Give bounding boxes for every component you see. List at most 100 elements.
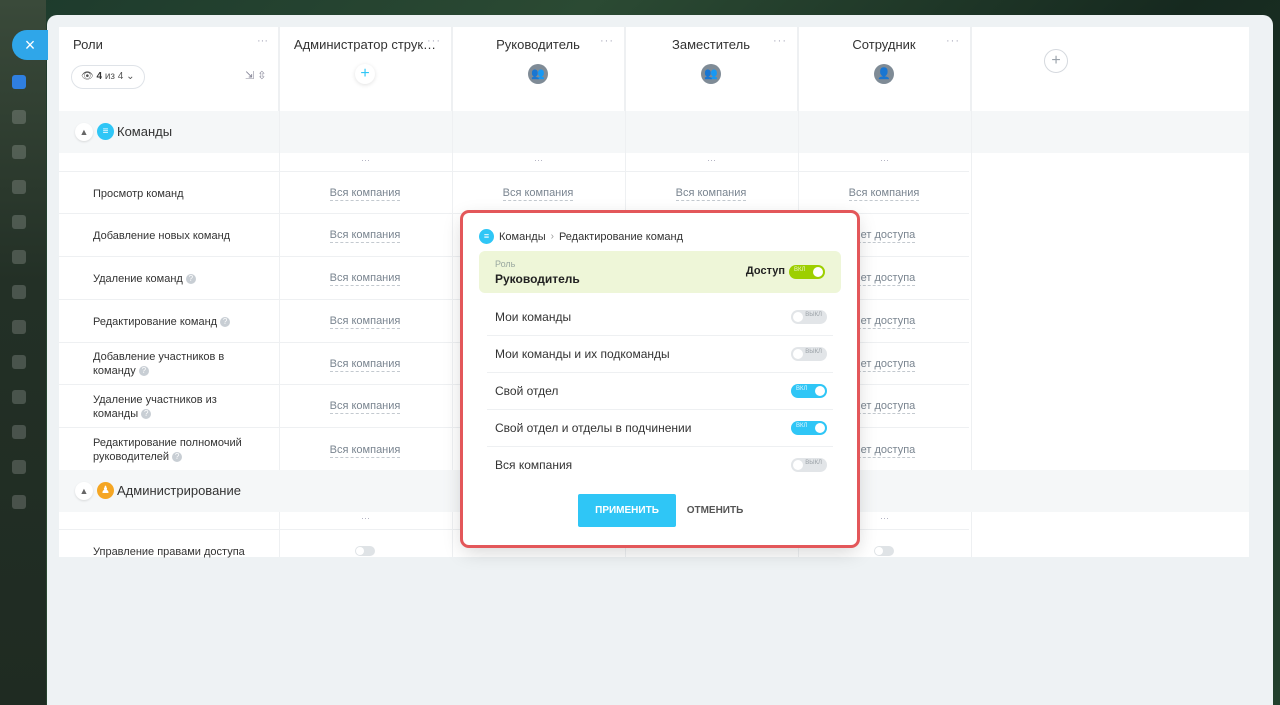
edit-permission-popup: ≡ Команды › Редактирование команд Роль Р…	[463, 213, 857, 545]
permission-label: Просмотр команд	[93, 188, 184, 200]
help-icon[interactable]: ?	[141, 409, 152, 420]
company-icon[interactable]	[12, 460, 26, 474]
help-icon[interactable]: ?	[220, 317, 231, 328]
section-label: Администрирование	[117, 483, 241, 498]
roles-header: Роли ··· 👁 4 из 4 ⌄ ⇲ ⇳	[59, 27, 279, 111]
user-icon: 👤	[874, 64, 894, 84]
breadcrumb: ≡ Команды › Редактирование команд	[479, 229, 683, 244]
dots-icon[interactable]: ···	[880, 155, 889, 165]
permission-toggle[interactable]	[355, 546, 375, 556]
option-toggle[interactable]: выкл	[791, 458, 827, 472]
chevron-right-icon: ›	[550, 231, 554, 242]
permission-value[interactable]: Вся компания	[279, 229, 451, 243]
permission-value[interactable]: Вся компания	[279, 400, 451, 414]
permission-value[interactable]: Вся компания	[625, 187, 797, 201]
tasks-icon[interactable]	[12, 285, 26, 299]
help-icon[interactable]: ?	[138, 366, 149, 377]
option-label: Мои команды	[495, 310, 572, 324]
close-slider-button[interactable]: ×	[12, 30, 48, 60]
section-teams[interactable]: ▲ ≡ Команды	[59, 111, 1249, 153]
plus-icon[interactable]: +	[355, 64, 375, 84]
option-my-teams: Мои команды выкл	[487, 299, 833, 336]
store-icon[interactable]	[12, 390, 26, 404]
dots-icon[interactable]: ···	[361, 513, 370, 523]
mail-icon[interactable]	[12, 250, 26, 264]
group-icon: 👥	[701, 64, 721, 84]
help-icon[interactable]: ?	[185, 274, 196, 285]
access-toggle[interactable]: вкл	[789, 265, 825, 279]
crm-icon[interactable]	[12, 320, 26, 334]
roles-menu-icon[interactable]: ···	[257, 35, 268, 47]
option-my-teams-subteams: Мои команды и их подкоманды выкл	[487, 336, 833, 373]
calendar-icon[interactable]	[12, 180, 26, 194]
admin-icon: ♟	[97, 482, 114, 499]
apply-button[interactable]: ПРИМЕНИТЬ	[578, 494, 676, 527]
sites-icon[interactable]	[12, 355, 26, 369]
column-admin[interactable]: Администратор струк… ··· +	[279, 27, 452, 111]
collapse-expand-icon[interactable]: ⇲ ⇳	[245, 69, 267, 82]
permission-value[interactable]: Вся компания	[279, 315, 451, 329]
table-row: Просмотр команд Вся компания Вся компани…	[59, 171, 969, 213]
role-box: Роль Руководитель Доступ вкл	[479, 251, 841, 293]
permission-label: Редактирование полномочий руководителей …	[93, 437, 242, 463]
dots-icon[interactable]: ···	[534, 155, 543, 165]
option-toggle[interactable]: вкл	[791, 384, 827, 398]
help-icon[interactable]: ?	[172, 452, 183, 463]
column-manager[interactable]: Руководитель ··· 👥	[452, 27, 625, 111]
permission-value[interactable]: Вся компания	[798, 187, 970, 201]
column-employee[interactable]: Сотрудник ··· 👤	[798, 27, 971, 111]
filter-of: из 4	[104, 71, 124, 82]
settings-icon[interactable]	[12, 495, 26, 509]
teams-icon: ≡	[97, 123, 114, 140]
permission-value[interactable]: Вся компания	[279, 444, 451, 458]
column-menu-icon[interactable]: ···	[773, 35, 787, 47]
permission-value[interactable]: Вся компания	[279, 358, 451, 372]
section-label: Команды	[117, 124, 173, 139]
chat-icon[interactable]	[12, 145, 26, 159]
option-toggle[interactable]: выкл	[791, 347, 827, 361]
column-title: Сотрудник	[852, 37, 916, 52]
column-title: Администратор струк…	[293, 37, 437, 52]
feed-icon[interactable]	[12, 110, 26, 124]
permission-label: Управление правами доступа	[93, 546, 245, 558]
option-label: Вся компания	[495, 458, 573, 472]
teams-icon: ≡	[479, 229, 494, 244]
dots-icon[interactable]: ···	[361, 155, 370, 165]
column-dots-row: ··· ··· ··· ···	[59, 155, 1249, 171]
left-sidebar	[0, 0, 46, 705]
permission-value[interactable]: Вся компания	[279, 187, 451, 201]
permission-value[interactable]: Вся компания	[452, 187, 624, 201]
permission-label: Удаление участников из команды ?	[93, 394, 217, 420]
breadcrumb-item: Редактирование команд	[558, 230, 684, 243]
group-icon: 👥	[528, 64, 548, 84]
column-menu-icon[interactable]: ···	[946, 35, 960, 47]
roles-title: Роли	[73, 37, 103, 52]
role-caption: Роль	[495, 259, 516, 269]
add-role-button[interactable]: +	[1044, 49, 1068, 73]
option-own-department: Свой отдел вкл	[487, 373, 833, 410]
roles-filter[interactable]: 👁 4 из 4 ⌄	[71, 65, 145, 89]
dots-icon[interactable]: ···	[880, 513, 889, 523]
automation-icon[interactable]	[12, 425, 26, 439]
column-menu-icon[interactable]: ···	[427, 35, 441, 47]
option-whole-company: Вся компания выкл	[487, 447, 833, 484]
permission-label: Добавление новых команд	[93, 230, 231, 242]
disk-icon[interactable]	[12, 215, 26, 229]
menu-icon[interactable]	[12, 75, 26, 89]
option-label: Свой отдел	[495, 384, 559, 398]
permission-value[interactable]: Вся компания	[279, 272, 451, 286]
column-deputy[interactable]: Заместитель ··· 👥	[625, 27, 798, 111]
permission-toggle[interactable]	[874, 546, 894, 556]
column-title: Заместитель	[672, 37, 750, 52]
option-toggle[interactable]: выкл	[791, 310, 827, 324]
dots-icon[interactable]: ···	[707, 155, 716, 165]
column-menu-icon[interactable]: ···	[600, 35, 614, 47]
option-label: Мои команды и их подкоманды	[495, 347, 670, 361]
chevron-up-icon[interactable]: ▲	[75, 482, 93, 500]
cancel-button[interactable]: ОТМЕНИТЬ	[685, 494, 745, 527]
option-own-and-sub-departments: Свой отдел и отделы в подчинении вкл	[487, 410, 833, 447]
option-toggle[interactable]: вкл	[791, 421, 827, 435]
eye-icon: 👁	[81, 71, 94, 82]
chevron-up-icon[interactable]: ▲	[75, 123, 93, 141]
role-name: Руководитель	[495, 272, 580, 286]
